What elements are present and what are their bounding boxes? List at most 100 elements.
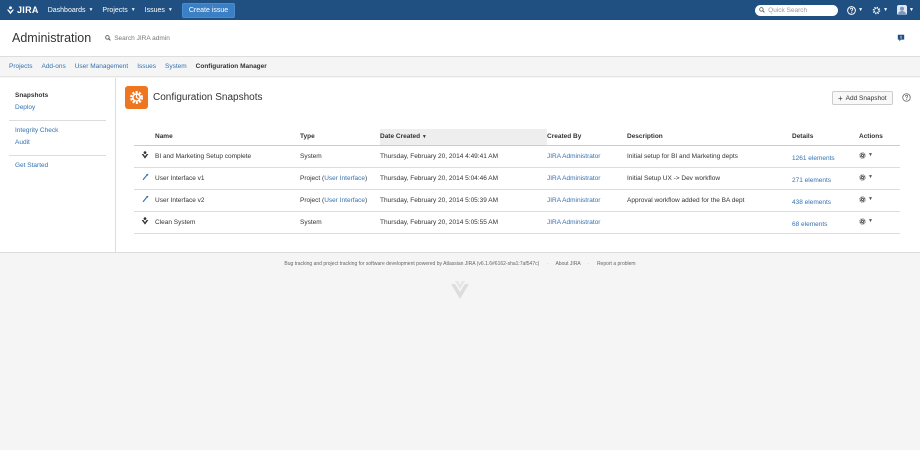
snapshot-created-by[interactable]: JIRA Administrator <box>547 189 627 212</box>
sidebar: Snapshots Deploy Integrity Check Audit G… <box>0 78 116 253</box>
sidebar-item-get-started[interactable]: Get Started <box>15 160 115 172</box>
table-header-row: Name Type Date Created ▼ Created By Desc… <box>134 129 900 146</box>
snapshots-title: Configuration Snapshots <box>153 92 263 103</box>
nav-issues[interactable]: Issues ▼ <box>145 7 173 14</box>
gear-icon <box>859 151 866 159</box>
report-problem-link[interactable]: Report a problem <box>597 261 636 267</box>
atlassian-logo-icon <box>451 281 469 299</box>
footer-separator: · <box>546 261 549 267</box>
tab-projects[interactable]: Projects <box>9 63 32 70</box>
nav-issues-label: Issues <box>144 6 165 14</box>
tab-configuration-manager[interactable]: Configuration Manager <box>196 63 267 70</box>
add-snapshot-label: Add Snapshot <box>845 94 887 102</box>
table-row: BI and Marketing Setup complete System T… <box>134 145 900 168</box>
admin-search-placeholder: Search JIRA admin <box>114 34 170 42</box>
quick-search-input[interactable]: Quick Search <box>755 4 839 16</box>
chevron-down-icon: ▼ <box>858 7 864 13</box>
feedback-button[interactable] <box>897 34 905 44</box>
row-actions-button[interactable]: ▼ <box>859 217 873 225</box>
admin-search-input[interactable]: Search JIRA admin <box>105 35 170 42</box>
jira-logo-icon <box>6 5 15 14</box>
help-icon <box>847 5 857 15</box>
row-actions-button[interactable]: ▼ <box>859 151 873 159</box>
footer-text: Bug tracking and project tracking for so… <box>284 261 540 267</box>
snapshot-created-by[interactable]: JIRA Administrator <box>547 211 627 234</box>
snapshot-actions[interactable]: ▼ <box>859 211 900 234</box>
user-menu[interactable]: ▼ <box>897 5 914 15</box>
nav-dashboards[interactable]: Dashboards ▼ <box>48 7 94 14</box>
created-by-link[interactable]: JIRA Administrator <box>547 175 600 182</box>
snapshot-created-by[interactable]: JIRA Administrator <box>547 145 627 168</box>
snapshot-details[interactable]: 1261 elements <box>792 145 859 168</box>
snapshot-details[interactable]: 68 elements <box>792 211 859 234</box>
tab-add-ons[interactable]: Add-ons <box>41 63 65 70</box>
snapshot-name: Clean System <box>155 211 300 234</box>
project-link[interactable]: User Interface <box>324 175 365 182</box>
created-by-link[interactable]: JIRA Administrator <box>547 219 600 226</box>
snapshot-type-text: System <box>300 152 322 160</box>
snapshots-table: Name Type Date Created ▼ Created By Desc… <box>134 129 900 234</box>
content-area: Snapshots Deploy Integrity Check Audit G… <box>0 78 920 253</box>
snapshot-details[interactable]: 438 elements <box>792 189 859 212</box>
user-icon <box>898 6 907 15</box>
table-row: User Interface v1 Project (User Interfac… <box>134 167 900 190</box>
snapshot-type: Project (User Interface) <box>300 189 380 212</box>
sidebar-divider <box>9 120 106 121</box>
gear-icon <box>859 195 866 203</box>
chevron-down-icon: ▼ <box>88 7 94 13</box>
nav-projects[interactable]: Projects ▼ <box>102 7 135 14</box>
tab-user-management[interactable]: User Management <box>75 63 128 70</box>
top-navigation-bar: JIRA Dashboards ▼ Projects ▼ Issues ▼ Creat… <box>0 0 920 20</box>
table-row: User Interface v2 Project (User Interfac… <box>134 189 900 212</box>
jira-logo[interactable]: JIRA <box>6 5 39 15</box>
header-date-created[interactable]: Date Created ▼ <box>380 129 547 146</box>
sidebar-item-integrity-check[interactable]: Integrity Check <box>15 125 115 137</box>
project-link[interactable]: User Interface <box>324 197 365 204</box>
details-link[interactable]: 271 elements <box>792 177 831 184</box>
details-link[interactable]: 1261 elements <box>792 155 835 162</box>
sidebar-item-deploy[interactable]: Deploy <box>15 102 115 114</box>
chevron-down-icon: ▼ <box>130 7 136 13</box>
snapshot-type-text: Project ( <box>300 196 325 204</box>
snapshot-date: Thursday, February 20, 2014 4:49:41 AM <box>380 145 547 168</box>
chevron-down-icon: ▼ <box>868 218 873 224</box>
about-jira-link[interactable]: About JIRA <box>555 261 580 267</box>
chevron-down-icon: ▼ <box>868 152 873 158</box>
admin-menu[interactable]: ▼ <box>872 6 888 15</box>
chevron-down-icon: ▼ <box>909 7 914 13</box>
snapshot-actions[interactable]: ▼ <box>859 189 900 212</box>
row-actions-button[interactable]: ▼ <box>859 173 873 181</box>
page-help-button[interactable] <box>902 93 911 104</box>
header-description[interactable]: Description <box>627 129 792 146</box>
sidebar-item-snapshots[interactable]: Snapshots <box>15 90 115 102</box>
nav-dashboards-label: Dashboards <box>47 6 86 14</box>
header-type[interactable]: Type <box>300 129 380 146</box>
tab-system[interactable]: System <box>165 63 187 70</box>
atlassian-logo <box>449 279 471 303</box>
header-name[interactable]: Name <box>155 129 300 146</box>
details-link[interactable]: 68 elements <box>792 221 827 228</box>
tab-issues[interactable]: Issues <box>137 63 156 70</box>
search-icon <box>105 35 111 41</box>
help-menu[interactable]: ▼ <box>847 5 864 15</box>
snapshot-actions[interactable]: ▼ <box>859 167 900 190</box>
snapshot-type: System <box>300 145 380 168</box>
snapshot-type-text: Project ( <box>300 174 325 182</box>
gear-icon <box>859 173 866 181</box>
row-actions-button[interactable]: ▼ <box>859 195 873 203</box>
create-issue-button[interactable]: Create issue <box>181 2 236 18</box>
chevron-down-icon: ▼ <box>868 196 873 202</box>
search-icon <box>759 7 765 13</box>
add-snapshot-button[interactable]: + Add Snapshot <box>832 91 893 105</box>
sidebar-item-audit[interactable]: Audit <box>15 137 115 149</box>
header-created-by[interactable]: Created By <box>547 129 627 146</box>
snapshot-details[interactable]: 271 elements <box>792 167 859 190</box>
created-by-link[interactable]: JIRA Administrator <box>547 197 600 204</box>
gear-icon <box>872 6 881 14</box>
header-date-label: Date Created <box>380 133 421 141</box>
snapshot-actions[interactable]: ▼ <box>859 145 900 168</box>
details-link[interactable]: 438 elements <box>792 199 831 206</box>
created-by-link[interactable]: JIRA Administrator <box>547 153 600 160</box>
snapshot-type: System <box>300 211 380 234</box>
snapshot-created-by[interactable]: JIRA Administrator <box>547 167 627 190</box>
